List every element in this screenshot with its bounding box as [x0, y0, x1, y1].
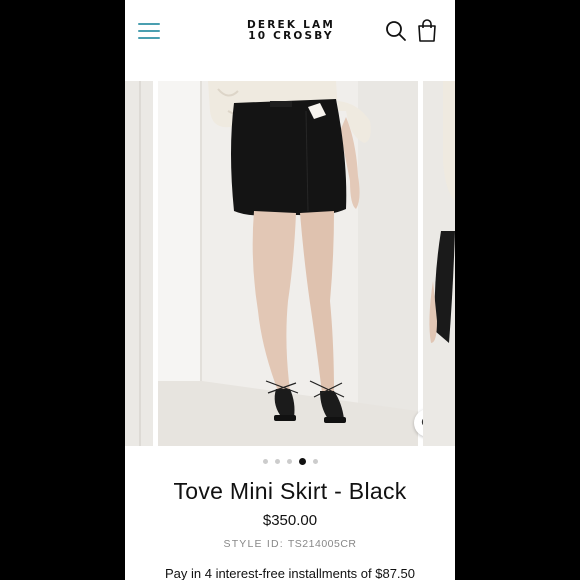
brand-logo[interactable]: DEREK LAM 10 CROSBY: [235, 20, 347, 42]
carousel-dot-1[interactable]: [262, 459, 268, 464]
carousel-dot-3[interactable]: [286, 459, 292, 464]
site-header: DEREK LAM 10 CROSBY: [125, 0, 455, 64]
hamburger-menu-icon: [138, 23, 160, 25]
carousel-dot-2[interactable]: [274, 459, 280, 464]
style-id-value: TS214005CR: [287, 538, 357, 550]
product-title: Tove Mini Skirt - Black: [173, 478, 407, 504]
next-slide-image: [423, 81, 455, 446]
search-button[interactable]: [385, 20, 407, 42]
menu-button[interactable]: [138, 20, 162, 42]
product-image-carousel[interactable]: [125, 81, 455, 446]
search-icon: [386, 21, 406, 41]
style-id: STYLE ID: TS214005CR: [125, 538, 455, 550]
shopping-bag-icon: [418, 19, 436, 42]
main-product-image[interactable]: [158, 81, 442, 446]
installments-text: Pay in 4 interest-free installments of $…: [164, 566, 416, 580]
carousel-dot-4-active[interactable]: [298, 458, 306, 465]
product-price: $350.00: [262, 512, 318, 529]
previous-slide-peek[interactable]: [125, 81, 153, 446]
style-id-label: STYLE ID:: [223, 538, 284, 550]
cart-button[interactable]: [416, 19, 438, 43]
logo-line-2: 10 CROSBY: [248, 30, 334, 42]
model-wearing-skirt-photo: [158, 81, 418, 446]
carousel-pagination: [125, 458, 455, 467]
carousel-dot-5[interactable]: [312, 459, 318, 464]
next-slide-peek[interactable]: [423, 81, 455, 446]
previous-slide-image: [125, 81, 153, 446]
phone-screen: DEREK LAM 10 CROSBY Tove Mini Skirt - Bl…: [125, 0, 455, 580]
